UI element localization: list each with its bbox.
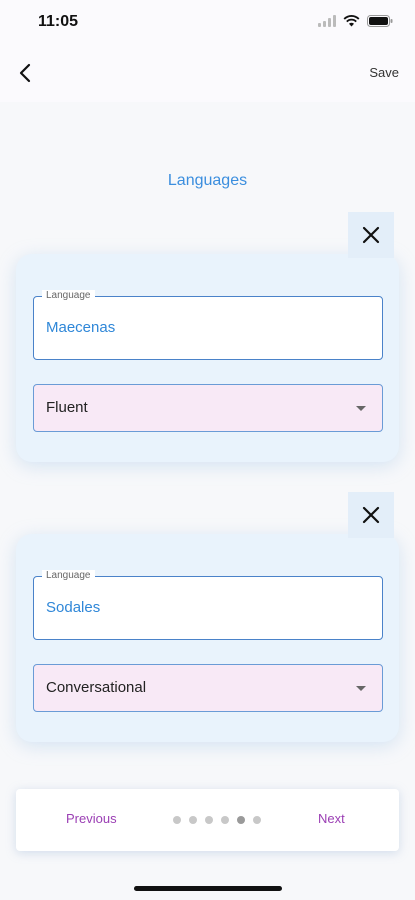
save-button[interactable]: Save [369,65,399,80]
language-card: Language Sodales Conversational [16,534,399,742]
back-button[interactable] [10,58,40,88]
pager-bar: Previous Next [16,789,399,851]
status-icons [318,14,393,32]
status-time: 11:05 [38,13,79,30]
language-input[interactable]: Language Sodales [33,570,383,640]
language-field-label: Language [42,290,95,301]
page-dot [221,816,229,824]
language-card: Language Maecenas Fluent [16,254,399,462]
page-dot [237,816,245,824]
proficiency-dropdown[interactable]: Conversational [33,664,383,712]
next-button[interactable]: Next [318,811,345,826]
language-value: Maecenas [46,319,116,336]
proficiency-dropdown[interactable]: Fluent [33,384,383,432]
app-bar: Save [0,46,415,102]
page-indicator [173,816,261,824]
proficiency-value: Conversational [46,679,147,696]
chevron-left-icon [19,63,31,83]
wifi-icon [343,14,360,32]
close-icon [362,226,380,244]
previous-button[interactable]: Previous [66,811,117,826]
status-bar: 11:05 [0,0,415,46]
language-value: Sodales [46,599,101,616]
page-dot [189,816,197,824]
page-dot [205,816,213,824]
battery-icon [367,14,393,32]
home-indicator [134,886,282,891]
dropdown-arrow-icon [356,686,366,691]
close-icon [362,506,380,524]
proficiency-value: Fluent [46,399,88,416]
remove-language-button[interactable] [348,492,394,538]
section-title: Languages [167,172,248,189]
page-dot [173,816,181,824]
language-input[interactable]: Language Maecenas [33,290,383,360]
remove-language-button[interactable] [348,212,394,258]
language-field-label: Language [42,570,95,581]
signal-icon [318,14,336,32]
page-dot [253,816,261,824]
dropdown-arrow-icon [356,406,366,411]
